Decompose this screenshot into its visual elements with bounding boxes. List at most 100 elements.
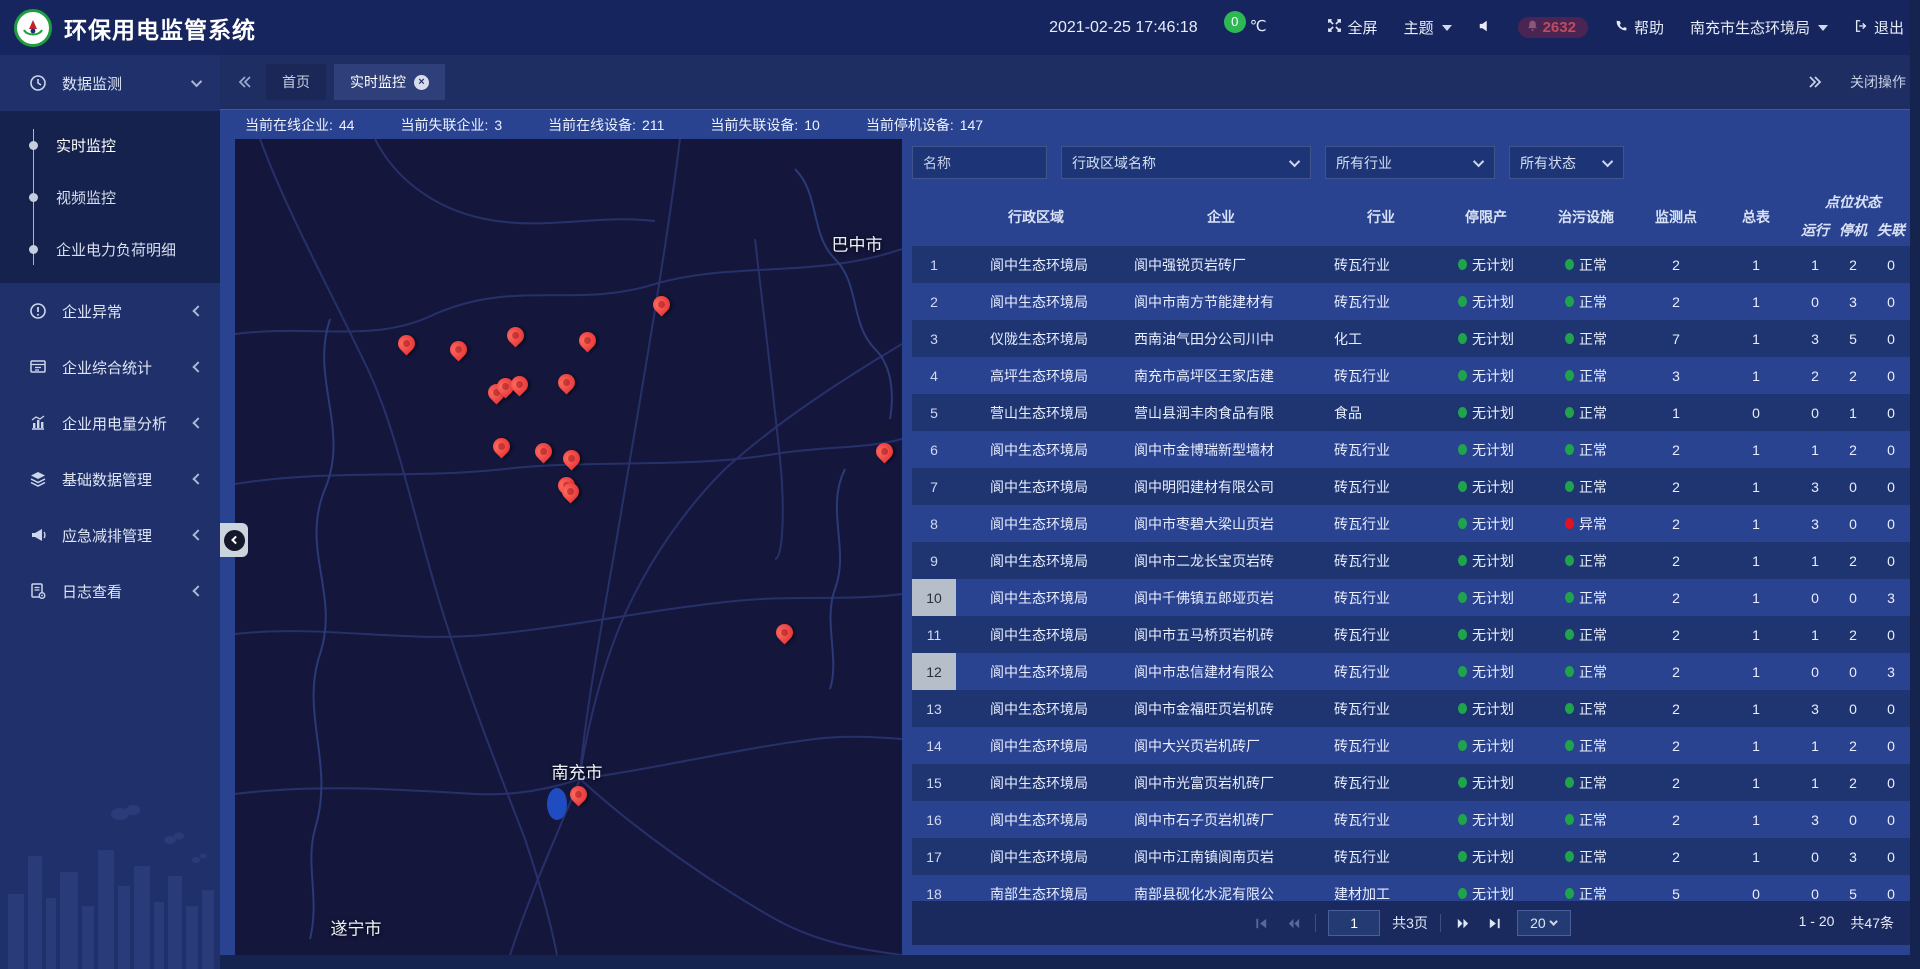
cell-meter-count: 1 <box>1716 616 1796 653</box>
page-number-input[interactable] <box>1328 910 1380 936</box>
cell-meter-count: 1 <box>1716 357 1796 394</box>
sidebar-collapse-button[interactable] <box>220 523 248 557</box>
table-row[interactable]: 10阆中生态环境局阆中千佛镇五郎垭页岩砖瓦行业无计划正常21003 <box>912 579 1910 616</box>
last-page-button[interactable] <box>1485 913 1505 933</box>
cell-facility-status: 正常 <box>1536 801 1636 838</box>
table-row[interactable]: 16阆中生态环境局阆中市石子页岩机砖厂砖瓦行业无计划正常21300 <box>912 801 1910 838</box>
cell-down-count: 2 <box>1834 431 1872 468</box>
cell-meter-count: 1 <box>1716 431 1796 468</box>
sidebar-item-data-monitoring[interactable]: 数据监测 <box>0 55 220 111</box>
next-page-button[interactable] <box>1453 913 1473 933</box>
cell-company: 阆中大兴页岩机砖厂 <box>1116 727 1326 764</box>
mute-button[interactable] <box>1478 19 1492 37</box>
map-city-label: 遂宁市 <box>331 915 382 940</box>
sidebar-subitem-enterprise-power-load-detail[interactable]: 企业电力负荷明细 <box>0 223 220 275</box>
tab-home[interactable]: 首页 <box>266 64 326 100</box>
fullscreen-button[interactable]: 全屏 <box>1327 17 1378 38</box>
cell-monitor-count: 2 <box>1636 579 1716 616</box>
industry-filter-select[interactable]: 所有行业 <box>1325 146 1495 179</box>
megaphone-icon <box>28 525 48 545</box>
tabs-scroll-left-button[interactable] <box>232 69 258 95</box>
region-filter-select[interactable]: 行政区域名称 <box>1061 146 1311 179</box>
table-row[interactable]: 11阆中生态环境局阆中市五马桥页岩机砖砖瓦行业无计划正常21120 <box>912 616 1910 653</box>
cell-facility-status: 正常 <box>1536 579 1636 616</box>
sidebar-item-log-view[interactable]: 日志查看 <box>0 563 220 619</box>
stat-value: 147 <box>960 117 983 133</box>
temperature-unit: ℃ <box>1250 17 1267 35</box>
org-dropdown[interactable]: 南充市生态环境局 <box>1690 17 1828 38</box>
bullet-icon <box>29 141 38 150</box>
status-dot-icon <box>1565 777 1574 788</box>
chevron-left-icon <box>192 473 203 484</box>
table-row[interactable]: 9阆中生态环境局阆中市二龙长宝页岩砖砖瓦行业无计划正常21120 <box>912 542 1910 579</box>
cell-run-count: 0 <box>1796 875 1834 901</box>
sidebar-subitem-video-monitoring[interactable]: 视频监控 <box>0 171 220 223</box>
table-row[interactable]: 15阆中生态环境局阆中市光富页岩机砖厂砖瓦行业无计划正常21120 <box>912 764 1910 801</box>
table-row[interactable]: 4高坪生态环境局南充市高坪区王家店建砖瓦行业无计划正常31220 <box>912 357 1910 394</box>
cell-monitor-count: 7 <box>1636 320 1716 357</box>
status-dot-icon <box>1565 481 1574 492</box>
datetime-display: 2021-02-25 17:46:18 <box>1049 19 1198 37</box>
cell-industry: 砖瓦行业 <box>1326 616 1436 653</box>
cell-company: 阆中强锐页岩砖厂 <box>1116 246 1326 283</box>
status-dot-icon <box>1458 888 1467 899</box>
cell-meter-count: 1 <box>1716 838 1796 875</box>
sidebar-item-enterprise-power-analysis[interactable]: 企业用电量分析 <box>0 395 220 451</box>
notifications-badge[interactable]: 2632 <box>1518 17 1588 38</box>
sidebar-item-enterprise-anomaly[interactable]: 企业异常 <box>0 283 220 339</box>
main-area: 首页 实时监控 × 关闭操作 当前在线企业:44当前失联企业:3当前在线设备:2… <box>220 55 1920 969</box>
cell-index: 12 <box>912 653 956 690</box>
name-filter-input[interactable] <box>912 146 1047 179</box>
cell-monitor-count: 2 <box>1636 690 1716 727</box>
table-row[interactable]: 7阆中生态环境局阆中明阳建材有限公司砖瓦行业无计划正常21300 <box>912 468 1910 505</box>
cell-meter-count: 1 <box>1716 801 1796 838</box>
table-row[interactable]: 12阆中生态环境局阆中市忠信建材有限公砖瓦行业无计划正常21003 <box>912 653 1910 690</box>
col-header-region: 行政区域 <box>956 188 1116 246</box>
status-filter-select[interactable]: 所有状态 <box>1509 146 1624 179</box>
table-row[interactable]: 14阆中生态环境局阆中大兴页岩机砖厂砖瓦行业无计划正常21120 <box>912 727 1910 764</box>
close-operations-button[interactable]: 关闭操作 <box>1850 72 1906 92</box>
stat-item: 当前失联企业:3 <box>400 115 502 135</box>
table-row[interactable]: 3仪陇生态环境局西南油气田分公司川中化工无计划正常71350 <box>912 320 1910 357</box>
theme-dropdown[interactable]: 主题 <box>1404 17 1452 38</box>
cell-industry: 砖瓦行业 <box>1326 468 1436 505</box>
status-dot-icon <box>1565 333 1574 344</box>
stat-label: 当前失联设备: <box>710 117 798 133</box>
tabs-scroll-right-button[interactable] <box>1802 69 1828 95</box>
sidebar-item-enterprise-statistics[interactable]: 企业综合统计 <box>0 339 220 395</box>
page-size-select[interactable]: 20 <box>1517 910 1571 936</box>
sidebar-item-emergency-reduction[interactable]: 应急减排管理 <box>0 507 220 563</box>
table-row[interactable]: 13阆中生态环境局阆中市金福旺页岩机砖砖瓦行业无计划正常21300 <box>912 690 1910 727</box>
table-row[interactable]: 17阆中生态环境局阆中市江南镇阆南页岩砖瓦行业无计划正常21030 <box>912 838 1910 875</box>
cell-company: 阆中市光富页岩机砖厂 <box>1116 764 1326 801</box>
cell-down-count: 0 <box>1834 653 1872 690</box>
cell-monitor-count: 2 <box>1636 505 1716 542</box>
cell-industry: 食品 <box>1326 394 1436 431</box>
cell-down-count: 0 <box>1834 505 1872 542</box>
status-dot-icon <box>1458 703 1467 714</box>
sidebar-item-base-data-management[interactable]: 基础数据管理 <box>0 451 220 507</box>
cell-run-count: 0 <box>1796 283 1834 320</box>
tab-realtime-monitoring[interactable]: 实时监控 × <box>334 64 445 100</box>
prev-page-button[interactable] <box>1283 913 1303 933</box>
close-tab-icon[interactable]: × <box>414 75 429 90</box>
table-row[interactable]: 2阆中生态环境局阆中市南方节能建材有砖瓦行业无计划正常21030 <box>912 283 1910 320</box>
table-row[interactable]: 8阆中生态环境局阆中市枣碧大梁山页岩砖瓦行业无计划异常21300 <box>912 505 1910 542</box>
status-dot-icon <box>1565 703 1574 714</box>
help-button[interactable]: 帮助 <box>1614 17 1664 38</box>
chevron-down-icon <box>1549 917 1557 925</box>
cell-index: 4 <box>912 357 956 394</box>
table-row[interactable]: 6阆中生态环境局阆中市金博瑞新型墙材砖瓦行业无计划正常21120 <box>912 431 1910 468</box>
sidebar-subitem-realtime-monitoring[interactable]: 实时监控 <box>0 119 220 171</box>
cell-meter-count: 1 <box>1716 468 1796 505</box>
cell-industry: 砖瓦行业 <box>1326 357 1436 394</box>
cell-region: 阆中生态环境局 <box>956 616 1116 653</box>
cell-index: 17 <box>912 838 956 875</box>
cell-run-count: 1 <box>1796 764 1834 801</box>
logout-button[interactable]: 退出 <box>1854 17 1904 38</box>
table-row[interactable]: 1阆中生态环境局阆中强锐页岩砖厂砖瓦行业无计划正常21120 <box>912 246 1910 283</box>
map-panel[interactable]: 巴中市南充市遂宁市 <box>235 139 902 955</box>
table-row[interactable]: 18南部生态环境局南部县砚化水泥有限公建材加工无计划正常50050 <box>912 875 1910 901</box>
table-row[interactable]: 5营山生态环境局营山县润丰肉食品有限食品无计划正常10010 <box>912 394 1910 431</box>
first-page-button[interactable] <box>1251 913 1271 933</box>
